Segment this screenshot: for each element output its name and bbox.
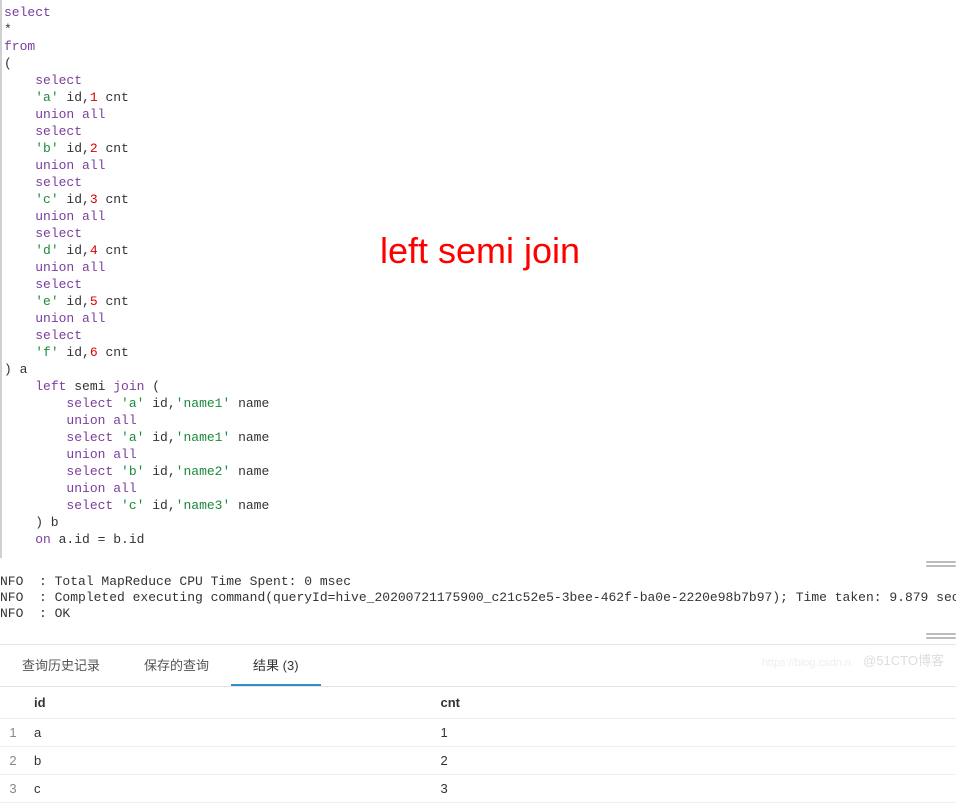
- code-line[interactable]: union all: [4, 208, 954, 225]
- table-row[interactable]: 3c3: [0, 775, 956, 803]
- table-header-row: id cnt: [0, 687, 956, 719]
- code-line[interactable]: on a.id = b.id: [4, 531, 954, 548]
- cell-cnt: 3: [432, 775, 956, 803]
- code-line[interactable]: ) a: [4, 361, 954, 378]
- code-line[interactable]: select: [4, 276, 954, 293]
- cell-id: a: [26, 719, 432, 747]
- tab-saved-queries[interactable]: 保存的查询: [122, 645, 231, 686]
- code-line[interactable]: union all: [4, 310, 954, 327]
- row-number: 1: [0, 719, 26, 747]
- code-line[interactable]: ) b: [4, 514, 954, 531]
- column-header-cnt[interactable]: cnt: [432, 687, 956, 719]
- code-line[interactable]: select 'a' id,'name1' name: [4, 429, 954, 446]
- table-row[interactable]: 2b2: [0, 747, 956, 775]
- row-number: 2: [0, 747, 26, 775]
- code-line[interactable]: select: [4, 4, 954, 21]
- column-header-id[interactable]: id: [26, 687, 432, 719]
- console-line: NFO : Total MapReduce CPU Time Spent: 0 …: [0, 574, 956, 590]
- code-line[interactable]: 'e' id,5 cnt: [4, 293, 954, 310]
- annotation-title: left semi join: [380, 230, 580, 272]
- code-line[interactable]: union all: [4, 412, 954, 429]
- code-line[interactable]: union all: [4, 157, 954, 174]
- row-number: 3: [0, 775, 26, 803]
- code-line[interactable]: union all: [4, 106, 954, 123]
- code-line[interactable]: select 'a' id,'name1' name: [4, 395, 954, 412]
- code-line[interactable]: 'f' id,6 cnt: [4, 344, 954, 361]
- code-line[interactable]: select: [4, 174, 954, 191]
- code-line[interactable]: select: [4, 72, 954, 89]
- cell-cnt: 2: [432, 747, 956, 775]
- code-line[interactable]: select 'c' id,'name3' name: [4, 497, 954, 514]
- code-line[interactable]: 'c' id,3 cnt: [4, 191, 954, 208]
- cell-cnt: 1: [432, 719, 956, 747]
- code-line[interactable]: union all: [4, 446, 954, 463]
- cell-id: c: [26, 775, 432, 803]
- code-line[interactable]: 'b' id,2 cnt: [4, 140, 954, 157]
- code-line[interactable]: select: [4, 123, 954, 140]
- code-line[interactable]: (: [4, 55, 954, 72]
- watermark-51cto: @51CTO博客: [863, 650, 944, 669]
- tab-query-history[interactable]: 查询历史记录: [0, 645, 122, 686]
- code-line[interactable]: from: [4, 38, 954, 55]
- code-editor[interactable]: select*from( select 'a' id,1 cnt union a…: [0, 0, 956, 558]
- watermark-csdn: https://blog.csdn.n: [762, 657, 851, 669]
- cell-id: b: [26, 747, 432, 775]
- pane-resize-handle[interactable]: [0, 630, 956, 644]
- results-table[interactable]: id cnt 1a12b23c3: [0, 687, 956, 803]
- code-line[interactable]: left semi join (: [4, 378, 954, 395]
- console-output[interactable]: NFO : Total MapReduce CPU Time Spent: 0 …: [0, 572, 956, 630]
- code-line[interactable]: select: [4, 327, 954, 344]
- code-line[interactable]: *: [4, 21, 954, 38]
- pane-resize-handle[interactable]: [0, 558, 956, 572]
- table-row[interactable]: 1a1: [0, 719, 956, 747]
- code-line[interactable]: 'a' id,1 cnt: [4, 89, 954, 106]
- console-line: NFO : Completed executing command(queryI…: [0, 590, 956, 606]
- console-line: NFO : OK: [0, 606, 956, 622]
- tab-results[interactable]: 结果 (3): [231, 645, 321, 686]
- row-number-header: [0, 687, 26, 719]
- code-line[interactable]: union all: [4, 480, 954, 497]
- code-line[interactable]: select 'b' id,'name2' name: [4, 463, 954, 480]
